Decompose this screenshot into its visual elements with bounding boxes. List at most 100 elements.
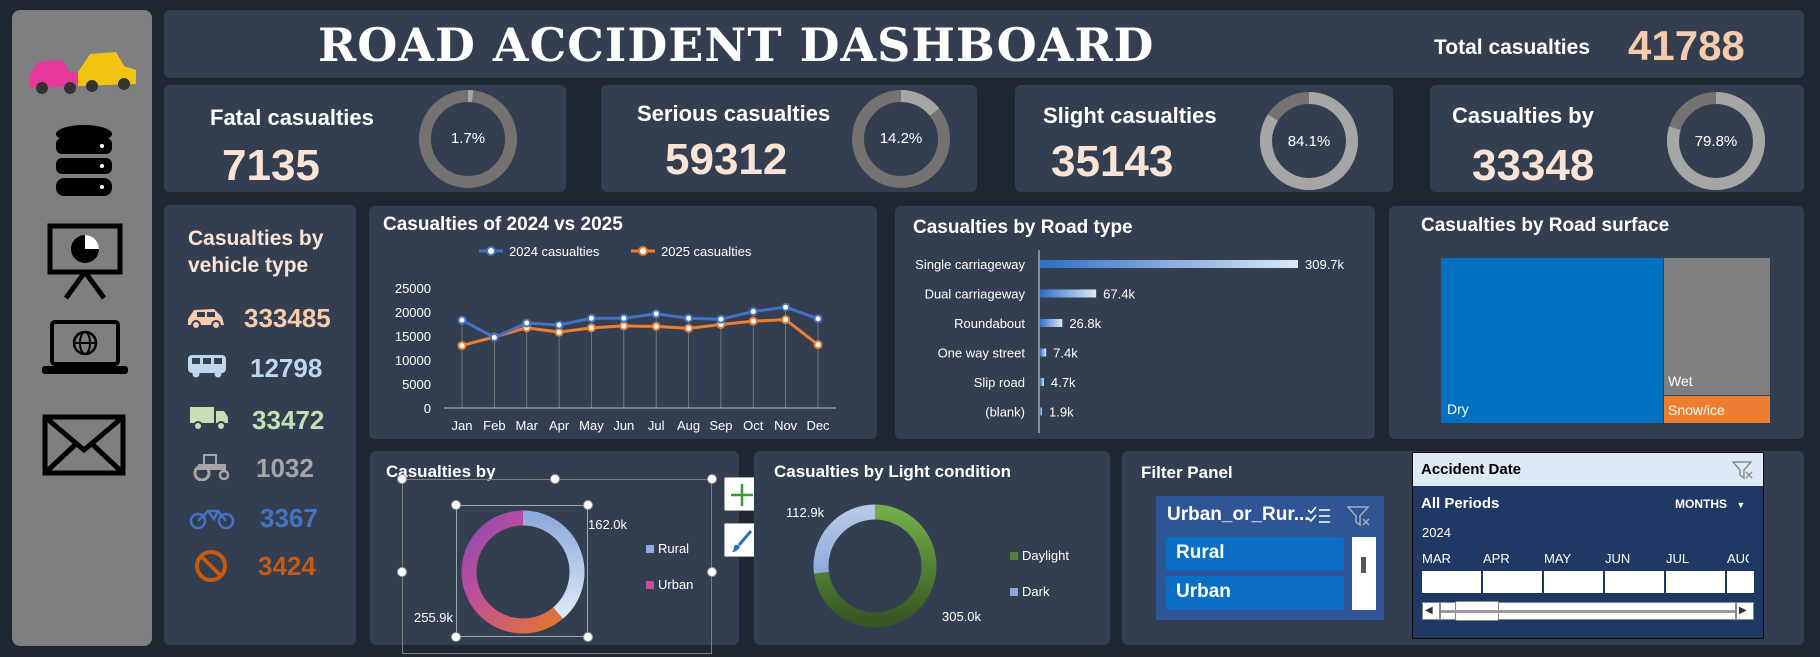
y-tick-label: 15000 bbox=[395, 329, 431, 344]
kpi-by: Casualties by 33348 79.8% bbox=[1430, 85, 1804, 192]
multi-select-icon[interactable] bbox=[1306, 504, 1332, 528]
data-point bbox=[813, 314, 823, 324]
kpi-pct: 84.1% bbox=[1287, 133, 1331, 150]
timeline-cell[interactable] bbox=[1422, 571, 1481, 593]
timeline-cell[interactable] bbox=[1727, 571, 1754, 593]
resize-handle[interactable] bbox=[707, 567, 717, 577]
x-tick-label: Jan bbox=[452, 418, 473, 433]
timeline-cell[interactable] bbox=[1605, 571, 1664, 593]
resize-handle[interactable] bbox=[451, 632, 461, 642]
vehicle-value: 1032 bbox=[256, 453, 314, 483]
legend-swatch-dark bbox=[1010, 588, 1018, 596]
timeline-unit[interactable]: MONTHS ▼ bbox=[1675, 497, 1745, 511]
kpi-label: Fatal casualties bbox=[210, 105, 374, 130]
chart-styles-button[interactable] bbox=[724, 523, 758, 557]
timeline-unit-label: MONTHS bbox=[1675, 497, 1727, 511]
resize-handle[interactable] bbox=[550, 474, 560, 484]
timeline-title: Accident Date bbox=[1421, 461, 1522, 478]
light-donut bbox=[813, 504, 937, 628]
bar bbox=[1040, 378, 1044, 386]
treemap-snow: Snow/ice bbox=[1664, 396, 1770, 423]
resize-handle[interactable] bbox=[707, 474, 717, 484]
scroll-thumb[interactable] bbox=[1361, 557, 1366, 573]
timeline-cell[interactable] bbox=[1483, 571, 1542, 593]
database-icon[interactable] bbox=[54, 124, 114, 200]
area-label-rural: 162.0k bbox=[588, 517, 628, 532]
resize-handle[interactable] bbox=[397, 567, 407, 577]
kpi-pct: 79.8% bbox=[1694, 133, 1738, 150]
timeline-month: AUG bbox=[1727, 551, 1749, 566]
data-point bbox=[586, 323, 596, 333]
area-panel: Casualties by 162.0k 255.9k Rural Urban bbox=[370, 451, 739, 654]
kpi-label: Casualties by bbox=[1452, 103, 1594, 128]
timeline-month: JUN bbox=[1605, 551, 1631, 566]
legend-daylight: Daylight bbox=[1022, 548, 1069, 563]
treemap-label: Dry bbox=[1447, 401, 1469, 417]
timeline-bar[interactable] bbox=[1422, 571, 1754, 593]
resize-handle[interactable] bbox=[583, 632, 593, 642]
chart-elements-button[interactable] bbox=[724, 477, 758, 511]
presentation-icon[interactable] bbox=[46, 222, 124, 300]
data-point bbox=[522, 318, 532, 328]
timeline-scrollbar[interactable]: ◀ ▶ bbox=[1422, 601, 1754, 621]
slicer-item-urban[interactable]: Urban bbox=[1166, 576, 1344, 610]
clear-filter-icon[interactable] bbox=[1346, 504, 1372, 528]
clear-filter-icon[interactable] bbox=[1731, 459, 1755, 481]
resize-handle[interactable] bbox=[397, 474, 407, 484]
slicer-title: Urban_or_Rur... bbox=[1167, 504, 1310, 525]
laptop-globe-icon[interactable] bbox=[40, 318, 130, 378]
light-label-dark: 112.9k bbox=[786, 505, 825, 520]
category-label: (blank) bbox=[985, 405, 1025, 420]
slicer-scrollbar[interactable] bbox=[1352, 537, 1376, 610]
kpi-value: 33348 bbox=[1472, 141, 1595, 190]
vehicle-value: 33472 bbox=[252, 405, 325, 435]
vehicle-value: 3424 bbox=[258, 551, 316, 581]
bus-icon bbox=[188, 355, 226, 378]
resize-handle[interactable] bbox=[583, 500, 593, 510]
header-panel: ROAD ACCIDENT DASHBOARD Total casualties… bbox=[164, 10, 1804, 78]
resize-handle[interactable] bbox=[451, 500, 461, 510]
light-label-daylight: 305.0k bbox=[942, 609, 982, 624]
series-line bbox=[461, 318, 819, 348]
data-point bbox=[684, 323, 694, 333]
kpi-serious: Serious casualties 59312 14.2% bbox=[601, 85, 977, 192]
total-label: Total casualties bbox=[1434, 36, 1591, 59]
timeline-cell[interactable] bbox=[1544, 571, 1603, 593]
data-point bbox=[813, 340, 823, 350]
bar bbox=[1040, 289, 1097, 298]
data-label: 1.9k bbox=[1049, 405, 1074, 420]
timeline-month: APR bbox=[1483, 551, 1510, 566]
data-point bbox=[554, 320, 564, 330]
slicer-item-rural[interactable]: Rural bbox=[1166, 537, 1344, 571]
scroll-right-icon[interactable]: ▶ bbox=[1739, 605, 1747, 616]
legend-label: 2025 casualties bbox=[661, 244, 752, 259]
data-label: 7.4k bbox=[1053, 346, 1078, 361]
road-type-panel: Casualties by Road type Single carriagew… bbox=[895, 206, 1375, 439]
kpi-pct: 1.7% bbox=[450, 130, 486, 147]
timeline-cell[interactable] bbox=[1666, 571, 1725, 593]
category-label: Roundabout bbox=[954, 316, 1025, 331]
filter-title: Filter Panel bbox=[1141, 463, 1233, 482]
legend-swatch-rural bbox=[646, 545, 654, 553]
x-tick-label: Oct bbox=[743, 418, 764, 433]
bar bbox=[1040, 407, 1042, 416]
total-value: 41788 bbox=[1628, 22, 1745, 69]
scroll-left-icon[interactable]: ◀ bbox=[1425, 605, 1433, 616]
light-panel: Casualties by Light condition 112.9k 305… bbox=[754, 451, 1110, 645]
data-label: 26.8k bbox=[1069, 316, 1101, 331]
legend-dark: Dark bbox=[1022, 584, 1050, 599]
data-point bbox=[684, 313, 694, 323]
timeline-period: All Periods bbox=[1421, 495, 1500, 512]
kpi-value: 35143 bbox=[1051, 137, 1174, 186]
bar bbox=[1040, 319, 1063, 327]
data-point bbox=[781, 315, 791, 325]
x-tick-label: Apr bbox=[549, 418, 570, 433]
data-point bbox=[619, 313, 629, 323]
page-title: ROAD ACCIDENT DASHBOARD bbox=[318, 18, 1155, 72]
treemap-label: Wet bbox=[1668, 373, 1693, 389]
timeline-month: MAR bbox=[1422, 551, 1451, 566]
timeline: Accident Date All Periods MONTHS ▼ 2024 … bbox=[1412, 452, 1764, 639]
vehicle-value: 12798 bbox=[250, 353, 323, 383]
data-point bbox=[489, 332, 499, 342]
mail-icon[interactable] bbox=[42, 414, 126, 478]
